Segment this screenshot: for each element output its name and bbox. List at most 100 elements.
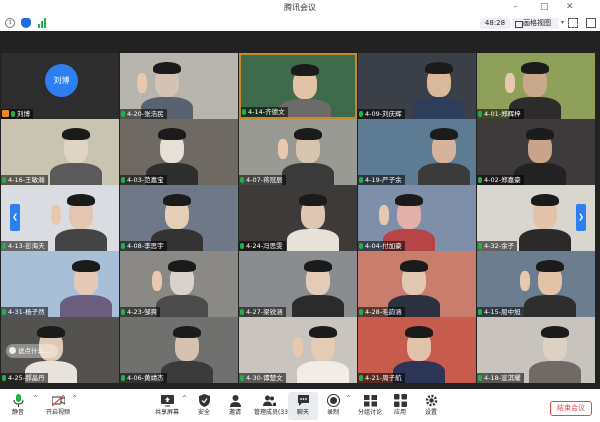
previous-page-button[interactable]: ❮ [10,204,20,231]
security-label: 安全 [197,409,210,416]
video-tile[interactable]: 4-08-李思宇 [120,185,238,251]
mic-icon [121,309,125,315]
participant-name: 4-03-范嘉宝 [120,175,167,185]
record-options-chevron-icon[interactable]: ^ [346,395,351,402]
end-meeting-button[interactable]: 结束会议 [550,401,592,416]
video-tile[interactable]: 4-01-郑辉梓 [477,53,595,119]
meeting-timer: 48:28 [480,18,510,29]
shield-icon[interactable] [21,18,31,28]
manage-members-button[interactable]: 管理成员(33) [254,392,290,420]
video-tile[interactable]: 4-04-付加豪 [358,185,476,251]
video-tile[interactable]: 4-18-宣淇耀 [477,317,595,383]
video-tile[interactable]: 4-23-邹爽 [120,251,238,317]
mic-icon [242,109,246,115]
mic-icon [478,111,482,117]
video-options-chevron-icon[interactable]: ^ [72,395,77,402]
apps-button[interactable]: 应用 [385,392,415,420]
share-options-chevron-icon[interactable]: ^ [182,395,187,402]
invite-button[interactable]: 邀请 [220,392,250,420]
video-grid: 刘博 刘博 4-20-张浩民 4-14-齐德文 4-09-刘庆辉 4-01-郑辉梓 4-… [0,31,600,389]
participant-name: 4-08-李思宇 [120,241,167,251]
video-tile-self[interactable]: 刘博 刘博 [1,53,119,119]
participant-name: 4-27-梁锐涵 [239,307,286,317]
participant-name: 4-14-齐德文 [241,107,288,117]
video-tile[interactable]: 4-20-张浩民 [120,53,238,119]
record-icon [326,392,340,407]
shield-icon [198,392,211,407]
participant-name: 4-24-冯思雯 [239,241,286,251]
video-tile[interactable]: 4-06-黄靖杰 [120,317,238,383]
participant-name: 4-06-黄靖杰 [120,373,167,383]
view-mode-label: 画格视图 [523,19,551,27]
participant-name: 4-31-杨子然 [1,307,48,317]
breakout-rooms-icon [363,392,377,407]
microphone-icon [12,392,25,407]
video-tile[interactable]: 4-07-蒋冠辰 [239,119,357,185]
breakout-rooms-button[interactable]: 分组讨论 [355,392,385,420]
mic-icon [121,375,125,381]
signal-icon[interactable] [38,18,48,28]
gear-icon [425,392,438,407]
record-button[interactable]: 录制 [318,392,348,420]
video-tile[interactable]: 4-15-屈中旭 [477,251,595,317]
video-tile[interactable]: 4-03-范嘉宝 [120,119,238,185]
mute-label: 静音 [11,409,24,416]
view-mode-button[interactable]: 画格视图 ▾ [512,18,564,29]
next-page-button[interactable]: ❯ [576,204,586,231]
mic-icon [240,375,244,381]
video-tile[interactable]: 4-02-郑嘉豪 [477,119,595,185]
mic-icon [121,243,125,249]
video-tile[interactable]: 4-16-王敏瀚 [1,119,119,185]
video-tile[interactable]: 4-21-周子航 [358,317,476,383]
mic-options-chevron-icon[interactable]: ^ [33,395,38,402]
video-tile[interactable]: 4-27-梁锐涵 [239,251,357,317]
add-user-icon [229,392,242,407]
participant-name: 4-28-毛韵涵 [358,307,405,317]
video-tile[interactable]: 4-31-杨子然 [1,251,119,317]
mic-icon [121,111,125,117]
video-tile[interactable]: 4-24-冯思雯 [239,185,357,251]
participant-name: 4-21-周子航 [358,373,405,383]
participant-name: 4-20-张浩民 [120,109,167,119]
video-tile[interactable]: 4-14-齐德文 [239,53,357,119]
video-tile[interactable]: 4-09-刘庆辉 [358,53,476,119]
participant-name: 4-04-付加豪 [358,241,405,251]
video-tile[interactable]: 4-19-严子余 [358,119,476,185]
chat-input-bubble[interactable]: 说点什么... [6,344,58,358]
control-bar: 静音 ^ 开启视频 ^ 共享屏幕 ^ 安全 邀请 管理成员(33) 聊天 录制 … [0,389,600,422]
video-button[interactable]: 开启视频 [43,392,73,420]
mic-icon [359,309,363,315]
fullscreen-icon[interactable] [568,18,578,28]
avatar: 刘博 [45,64,78,97]
title-bar: 腾讯会议 – □ ✕ [0,0,600,16]
share-screen-label: 共享屏幕 [154,409,179,416]
maximize-icon[interactable]: □ [540,2,549,12]
mic-icon [2,243,6,249]
mic-icon [478,309,482,315]
share-screen-button[interactable]: 共享屏幕 [152,392,182,420]
video-tile[interactable]: 4-28-毛韵涵 [358,251,476,317]
mic-icon [11,111,15,117]
mic-icon [359,243,363,249]
mic-icon [478,243,482,249]
meeting-info-icon[interactable] [5,18,15,28]
mute-button[interactable]: 静音 [3,392,33,420]
grid-layout-icon[interactable] [586,18,596,28]
participant-name: 刘博 [1,109,33,119]
apps-label: 应用 [393,409,406,416]
minimize-icon[interactable]: – [513,2,518,12]
mic-icon [240,243,244,249]
participant-name: 4-13-彭海天 [1,241,48,251]
close-icon[interactable]: ✕ [566,2,574,12]
mic-icon [478,177,482,183]
share-screen-icon [160,392,174,407]
video-tile[interactable]: 4-30-谭楚文 [239,317,357,383]
mic-icon [2,309,6,315]
app-title: 腾讯会议 [284,3,316,12]
record-label: 录制 [326,409,339,416]
chat-button[interactable]: 聊天 [288,392,318,420]
security-button[interactable]: 安全 [189,392,219,420]
mic-icon [240,309,244,315]
settings-button[interactable]: 设置 [416,392,446,420]
mic-icon [359,375,363,381]
